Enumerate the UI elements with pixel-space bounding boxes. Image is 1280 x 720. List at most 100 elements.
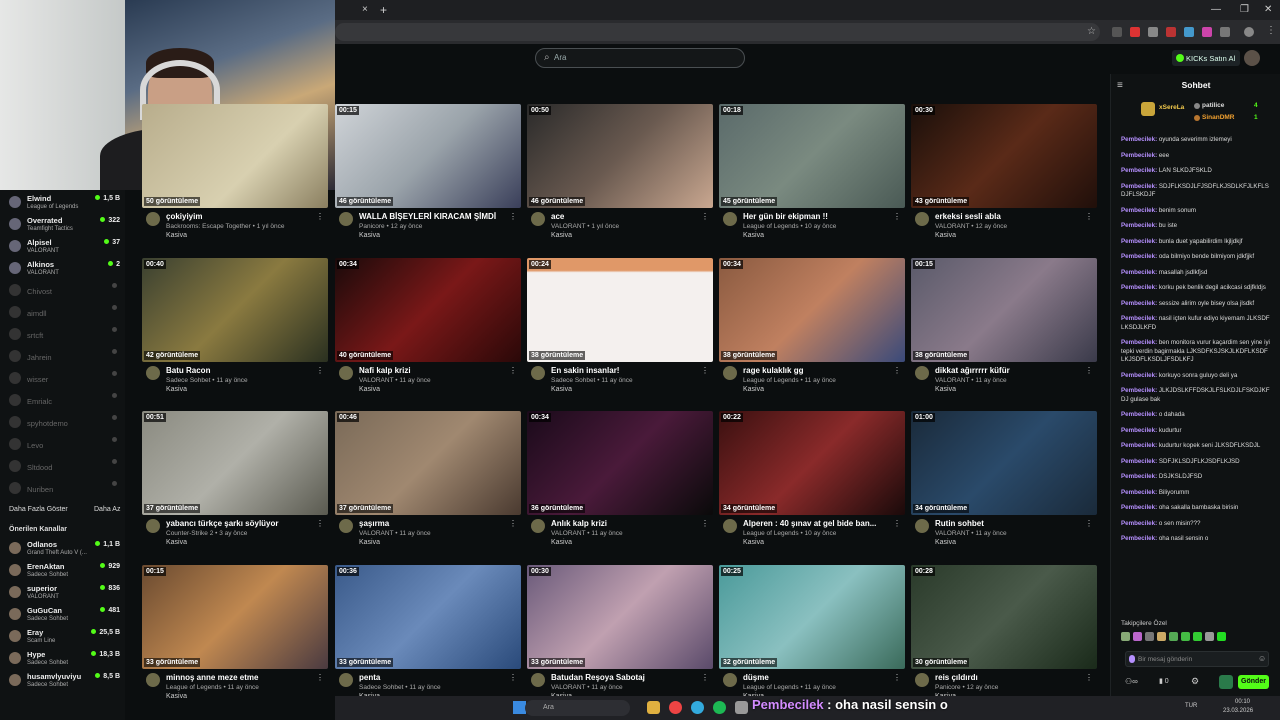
more-options-icon[interactable]: ⋮ <box>1085 519 1093 528</box>
video-card[interactable]: 00:50 46 görüntüleme ace VALORANT • 1 yıl ö… <box>527 104 713 252</box>
video-card[interactable]: 00:34 40 görüntüleme Nafi kalp krizi VALORA… <box>335 258 521 406</box>
chat-username[interactable]: Pembecilek <box>1121 222 1155 229</box>
chat-username[interactable]: Pembecilek <box>1121 136 1155 143</box>
video-author[interactable]: Kasiva <box>551 386 572 393</box>
video-card[interactable]: 00:15 33 görüntüleme minnoş anne meze etme… <box>142 565 328 713</box>
more-options-icon[interactable]: ⋮ <box>316 519 324 528</box>
chat-username[interactable]: Pembecilek <box>1121 520 1155 527</box>
user-avatar[interactable] <box>1244 50 1260 66</box>
app-icon[interactable] <box>735 701 748 714</box>
video-thumbnail[interactable]: 00:50 46 görüntüleme <box>527 104 713 208</box>
video-title[interactable]: erkeksi sesli abla <box>935 212 1085 221</box>
video-card[interactable]: 00:24 38 görüntüleme En sakin insanlar! Sad… <box>527 258 713 406</box>
video-author[interactable]: Kasiva <box>166 386 187 393</box>
file-explorer-icon[interactable] <box>647 701 660 714</box>
video-author[interactable]: Kasiva <box>359 539 380 546</box>
extension-icon[interactable] <box>1166 27 1176 37</box>
video-card[interactable]: 00:25 32 görüntüleme düşme League of Legend… <box>719 565 905 713</box>
video-card[interactable]: 00:34 38 görüntüleme rage kulaklık gg Leagu… <box>719 258 905 406</box>
video-thumbnail[interactable]: 00:18 45 görüntüleme <box>719 104 905 208</box>
settings-gear-icon[interactable]: ⚙ <box>1191 676 1199 687</box>
channel-avatar[interactable] <box>146 519 160 533</box>
video-title[interactable]: Anlık kalp krizi <box>551 519 701 528</box>
language-indicator[interactable]: TUR <box>1185 703 1197 709</box>
chat-username[interactable]: Pembecilek <box>1121 372 1155 379</box>
channel-avatar[interactable] <box>723 366 737 380</box>
video-card[interactable]: 50 görüntüleme çokiyiyim Backrooms: Escape… <box>142 104 328 252</box>
more-options-icon[interactable]: ⋮ <box>1085 673 1093 682</box>
video-title[interactable]: En sakin insanlar! <box>551 366 701 375</box>
buy-kicks-button[interactable]: KICKs Satın Al <box>1172 50 1240 66</box>
more-options-icon[interactable]: ⋮ <box>509 366 517 375</box>
recommended-channel-item[interactable]: Odlanos Grand Theft Auto V (... 1,1 B <box>6 538 124 560</box>
maximize-button[interactable]: ❐ <box>1240 0 1249 20</box>
video-thumbnail[interactable]: 00:15 46 görüntüleme <box>335 104 521 208</box>
leaderboard-second[interactable]: patilice <box>1202 102 1224 109</box>
video-thumbnail[interactable]: 50 görüntüleme <box>142 104 328 208</box>
video-thumbnail[interactable]: 00:25 32 görüntüleme <box>719 565 905 669</box>
chat-username[interactable]: Pembecilek <box>1121 253 1155 260</box>
extension-icon[interactable] <box>1112 27 1122 37</box>
video-author[interactable]: Kasiva <box>166 232 187 239</box>
emote-icon[interactable] <box>1193 632 1202 641</box>
sidebar-channel-item[interactable]: Alkinos VALORANT 2 <box>6 258 124 280</box>
chat-username[interactable]: Pembecilek <box>1121 183 1155 190</box>
extension-icon[interactable] <box>1130 27 1140 37</box>
video-author[interactable]: Kasiva <box>935 232 956 239</box>
video-card[interactable]: 00:30 33 görüntüleme Batudan Reşoya Sabota… <box>527 565 713 713</box>
chat-username[interactable]: Pembecilek <box>1121 339 1155 346</box>
sidebar-channel-item[interactable]: Elwind League of Legends 1,5 B <box>6 192 124 214</box>
spotify-icon[interactable] <box>713 701 726 714</box>
video-title[interactable]: ace <box>551 212 701 221</box>
chrome-icon[interactable] <box>669 701 682 714</box>
video-title[interactable]: çokiyiyim <box>166 212 316 221</box>
video-author[interactable]: Kasiva <box>935 386 956 393</box>
video-author[interactable]: Kasiva <box>551 539 572 546</box>
video-title[interactable]: rage kulaklık gg <box>743 366 893 375</box>
video-card[interactable]: 00:40 42 görüntüleme Batu Racon Sadece Sohb… <box>142 258 328 406</box>
extensions-puzzle-icon[interactable] <box>1220 27 1230 37</box>
video-title[interactable]: Her gün bir ekipman !! <box>743 212 893 221</box>
more-options-icon[interactable]: ⋮ <box>701 519 709 528</box>
emote-icon[interactable] <box>1157 632 1166 641</box>
recommended-channel-item[interactable]: superior VALORANT 836 <box>6 582 124 604</box>
video-card[interactable]: 00:36 33 görüntüleme penta Sadece Sohbet • … <box>335 565 521 713</box>
close-tab-button[interactable]: × <box>362 0 368 20</box>
channel-avatar[interactable] <box>723 519 737 533</box>
sidebar-channel-item[interactable]: Jahrein <box>6 346 124 368</box>
extension-icon[interactable] <box>1202 27 1212 37</box>
more-options-icon[interactable]: ⋮ <box>701 212 709 221</box>
emoji-icon[interactable]: ☺ <box>1258 654 1266 663</box>
chat-username[interactable]: Pembecilek <box>1121 442 1155 449</box>
video-title[interactable]: Batu Racon <box>166 366 316 375</box>
more-options-icon[interactable]: ⋮ <box>701 366 709 375</box>
channel-avatar[interactable] <box>531 366 545 380</box>
sidebar-channel-item[interactable]: Nuriben <box>6 478 124 500</box>
new-tab-button[interactable]: + <box>380 0 387 20</box>
sidebar-channel-item[interactable]: Overrated Teamfight Tactics 322 <box>6 214 124 236</box>
video-card[interactable]: 00:51 37 görüntüleme yabancı türkçe şarkı … <box>142 411 328 559</box>
video-title[interactable]: şaşırma <box>359 519 509 528</box>
channel-avatar[interactable] <box>339 519 353 533</box>
emote-icon[interactable] <box>1145 632 1154 641</box>
video-author[interactable]: Kasiva <box>935 539 956 546</box>
recommended-channel-item[interactable]: Hype Sadece Sohbet 18,3 B <box>6 648 124 670</box>
channel-avatar[interactable] <box>146 366 160 380</box>
video-title[interactable]: Rutin sohbet <box>935 519 1085 528</box>
emote-icon[interactable] <box>1169 632 1178 641</box>
video-thumbnail[interactable]: 00:51 37 görüntüleme <box>142 411 328 515</box>
extension-icon[interactable] <box>1148 27 1158 37</box>
app-icon[interactable] <box>691 701 704 714</box>
video-card[interactable]: 00:28 30 görüntüleme reis çıldırdı Panicore… <box>911 565 1097 713</box>
chat-username[interactable]: Pembecilek <box>1121 427 1155 434</box>
video-thumbnail[interactable]: 00:34 36 görüntüleme <box>527 411 713 515</box>
chat-username[interactable]: Pembecilek <box>1121 167 1155 174</box>
video-thumbnail[interactable]: 00:34 40 görüntüleme <box>335 258 521 362</box>
video-title[interactable]: Batudan Reşoya Sabotaj <box>551 673 701 682</box>
chat-username[interactable]: Pembecilek <box>1121 207 1155 214</box>
video-author[interactable]: Kasiva <box>743 386 764 393</box>
chat-username[interactable]: Pembecilek <box>1121 489 1155 496</box>
channel-avatar[interactable] <box>531 212 545 226</box>
sidebar-channel-item[interactable]: wisser <box>6 368 124 390</box>
chat-username[interactable]: Pembecilek <box>1121 152 1155 159</box>
